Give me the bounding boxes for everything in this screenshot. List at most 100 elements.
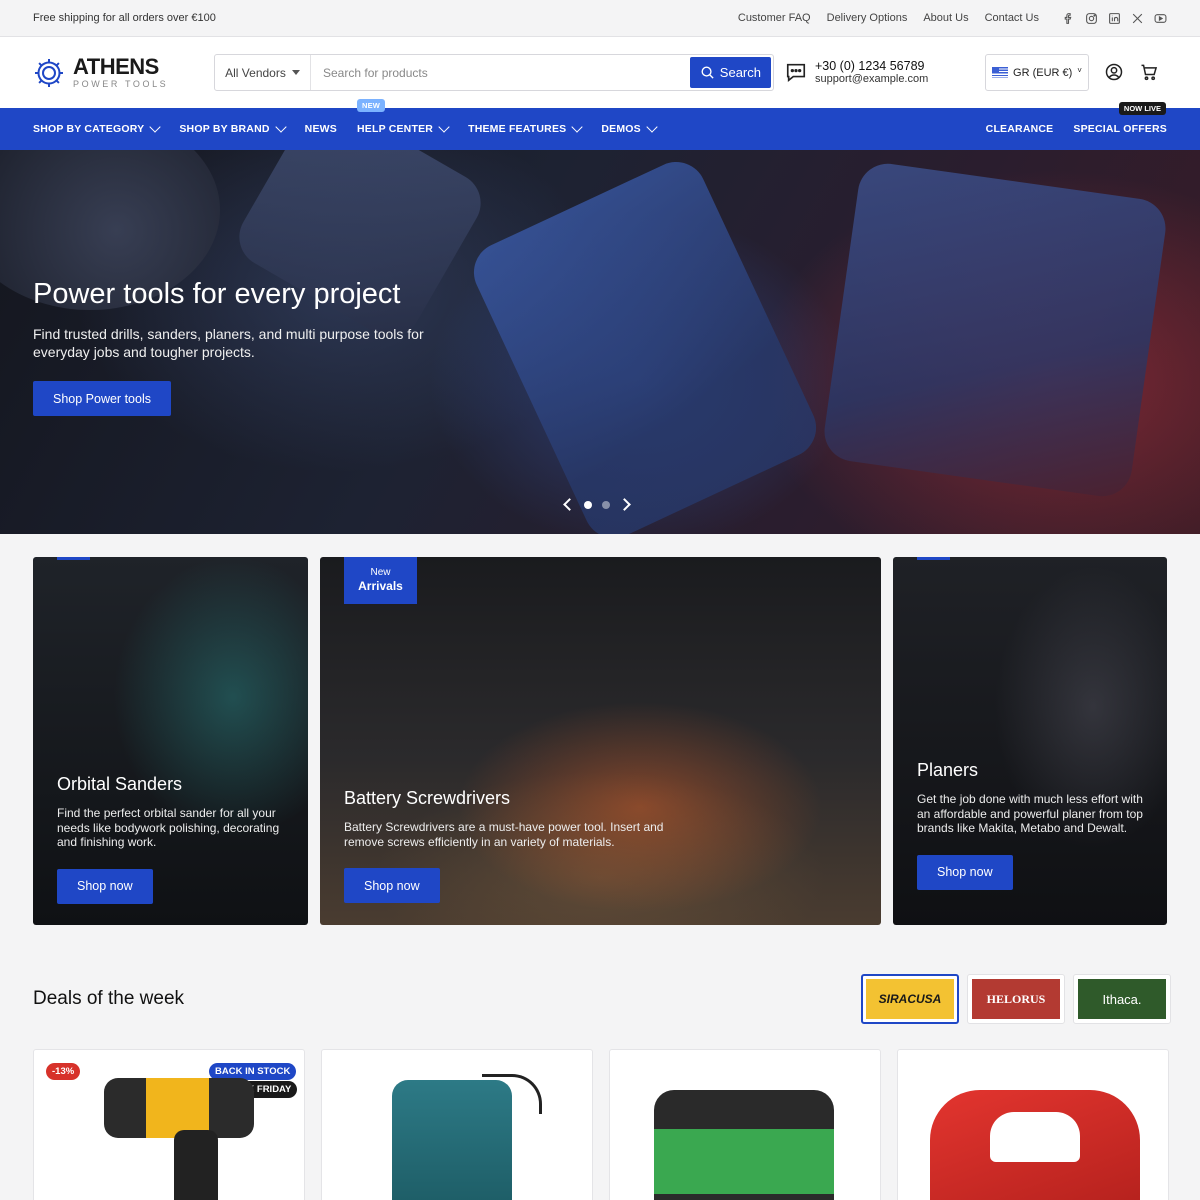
greece-flag-icon	[992, 67, 1009, 78]
search-button-label: Search	[719, 65, 761, 80]
currency-value: GR (EUR €)	[1013, 66, 1073, 79]
siracusa-logo: SIRACUSA	[866, 979, 954, 1019]
logo-name: ATHENS	[73, 54, 159, 79]
slide-dot-2[interactable]	[602, 500, 610, 509]
nav-label: SHOP BY BRAND	[179, 123, 270, 135]
social-links	[1061, 11, 1167, 25]
search-icon	[701, 66, 714, 79]
link-delivery-options[interactable]: Delivery Options	[827, 12, 908, 24]
collection-card-planers[interactable]: Planers Get the job done with much less …	[893, 557, 1167, 925]
facebook-icon[interactable]	[1061, 11, 1075, 25]
hero-title: Power tools for every project	[33, 278, 401, 310]
search-bar: All Vendors Search	[214, 54, 774, 91]
support-email[interactable]: support@example.com	[815, 73, 928, 86]
collection-card-orbital-sanders[interactable]: Orbital Sanders Find the perfect orbital…	[33, 557, 308, 925]
shop-power-tools-button[interactable]: Shop Power tools	[33, 381, 171, 417]
hero-content: Power tools for every project Find trust…	[33, 278, 483, 417]
card-title: Planers	[917, 760, 979, 780]
nav-theme-features[interactable]: THEME FEATURES	[468, 121, 584, 135]
nav-demos[interactable]: DEMOS	[601, 121, 658, 135]
search-button[interactable]: Search	[689, 57, 771, 88]
nav-label: SPECIAL OFFERS	[1073, 123, 1167, 135]
gear-logo-icon	[35, 58, 63, 87]
link-contact-us[interactable]: Contact Us	[985, 12, 1039, 24]
card-title: Orbital Sanders	[57, 774, 183, 794]
now-live-badge: NOW LIVE	[1118, 102, 1166, 115]
nav-help-center[interactable]: NEW HELP CENTER	[356, 99, 450, 135]
card-description: Get the job done with much less effort w…	[917, 792, 1143, 836]
site-logo[interactable]: ATHENS POWER TOOLS	[33, 56, 214, 89]
brand-tab-helorus[interactable]: HELORUS	[967, 974, 1065, 1024]
product-image-drill	[104, 1078, 254, 1138]
collection-cards: Orbital Sanders Find the perfect orbital…	[33, 557, 1167, 925]
product-image-router-cord	[482, 1074, 542, 1114]
site-header: ATHENS POWER TOOLS All Vendors Search +3…	[0, 37, 1200, 108]
nav-label: DEMOS	[601, 123, 641, 135]
card-title: Battery Screwdrivers	[344, 788, 511, 808]
chevron-down-icon	[274, 121, 287, 133]
announcement-bar: Free shipping for all orders over €100 C…	[0, 0, 1200, 37]
product-grid: -13% BACK IN STOCK BLACK FRIDAY	[33, 1049, 1169, 1200]
instagram-icon[interactable]	[1084, 11, 1098, 25]
chevron-down-icon	[646, 121, 658, 133]
brand-tab-ithaca[interactable]: Ithaca.	[1073, 974, 1171, 1024]
badge-big-text: Arrivals	[358, 579, 403, 594]
youtube-icon[interactable]	[1153, 11, 1167, 25]
vendor-select[interactable]: All Vendors	[215, 55, 311, 90]
nav-clearance[interactable]: CLEARANCE	[986, 123, 1054, 135]
x-icon[interactable]	[1130, 11, 1144, 25]
product-image-router-green	[654, 1090, 834, 1200]
brand-tab-siracusa[interactable]: SIRACUSA	[861, 974, 959, 1024]
product-image-jigsaw-handle	[990, 1112, 1080, 1162]
slide-dot-1[interactable]	[584, 500, 592, 509]
chevron-down-icon: ˅	[1077, 66, 1082, 75]
shop-now-button[interactable]: Shop now	[57, 868, 153, 904]
discount-badge: -13%	[46, 1063, 81, 1080]
nav-news[interactable]: NEWS	[305, 123, 337, 135]
cart-icon[interactable]	[1138, 61, 1160, 83]
product-card[interactable]: -13% BACK IN STOCK BLACK FRIDAY	[33, 1049, 305, 1200]
shop-now-button[interactable]: Shop now	[344, 868, 440, 904]
product-card[interactable]	[897, 1049, 1169, 1200]
collection-card-battery-screwdrivers[interactable]: New Arrivals Battery Screwdrivers Batter…	[320, 557, 881, 925]
phone-number[interactable]: +30 (0) 1234 56789	[815, 59, 928, 73]
shop-now-button[interactable]: Shop now	[917, 854, 1013, 890]
logo-tagline: POWER TOOLS	[73, 79, 169, 89]
chevron-down-icon	[438, 121, 450, 133]
product-card[interactable]	[609, 1049, 881, 1200]
helorus-logo: HELORUS	[972, 979, 1060, 1019]
search-input[interactable]	[311, 55, 690, 90]
nav-special-offers[interactable]: SPECIAL OFFERS	[1073, 123, 1167, 135]
nav-shop-by-category[interactable]: SHOP BY CATEGORY	[33, 121, 162, 135]
product-image-drill-handle	[174, 1130, 218, 1200]
card-description: Battery Screwdrivers are a must-have pow…	[344, 820, 664, 849]
account-icon[interactable]	[1103, 61, 1125, 83]
card-accent-strip	[57, 557, 90, 560]
hero-image-jigsaw	[820, 159, 1170, 501]
new-arrivals-badge: New Arrivals	[344, 557, 417, 604]
deals-section-title: Deals of the week	[33, 988, 185, 1009]
slider-controls	[563, 498, 631, 511]
link-about-us[interactable]: About Us	[923, 12, 968, 24]
nav-label: THEME FEATURES	[468, 123, 567, 135]
caret-down-icon	[291, 70, 300, 75]
chevron-right-icon[interactable]	[618, 498, 631, 511]
link-customer-faq[interactable]: Customer FAQ	[738, 12, 811, 24]
ithaca-logo: Ithaca.	[1078, 979, 1166, 1019]
chevron-down-icon	[571, 121, 584, 133]
nav-label: HELP CENTER	[356, 123, 434, 135]
hero-slideshow: Power tools for every project Find trust…	[0, 150, 1200, 534]
chevron-left-icon[interactable]	[563, 498, 576, 511]
nav-label: NEWS	[304, 123, 337, 135]
main-navigation: SHOP BY CATEGORY SHOP BY BRAND NEWS NEW H…	[0, 99, 1200, 150]
chevron-down-icon	[149, 121, 162, 133]
currency-selector[interactable]: GR (EUR €) ˅	[985, 54, 1089, 91]
hero-description: Find trusted drills, sanders, planers, a…	[33, 326, 424, 361]
nav-label: SHOP BY CATEGORY	[33, 123, 145, 135]
product-card[interactable]	[321, 1049, 593, 1200]
nav-shop-by-brand[interactable]: SHOP BY BRAND	[179, 121, 287, 135]
card-accent-strip	[917, 557, 950, 560]
contact-info: +30 (0) 1234 56789 support@example.com	[785, 59, 928, 86]
linkedin-icon[interactable]	[1107, 11, 1121, 25]
announcement-text: Free shipping for all orders over €100	[33, 12, 216, 24]
